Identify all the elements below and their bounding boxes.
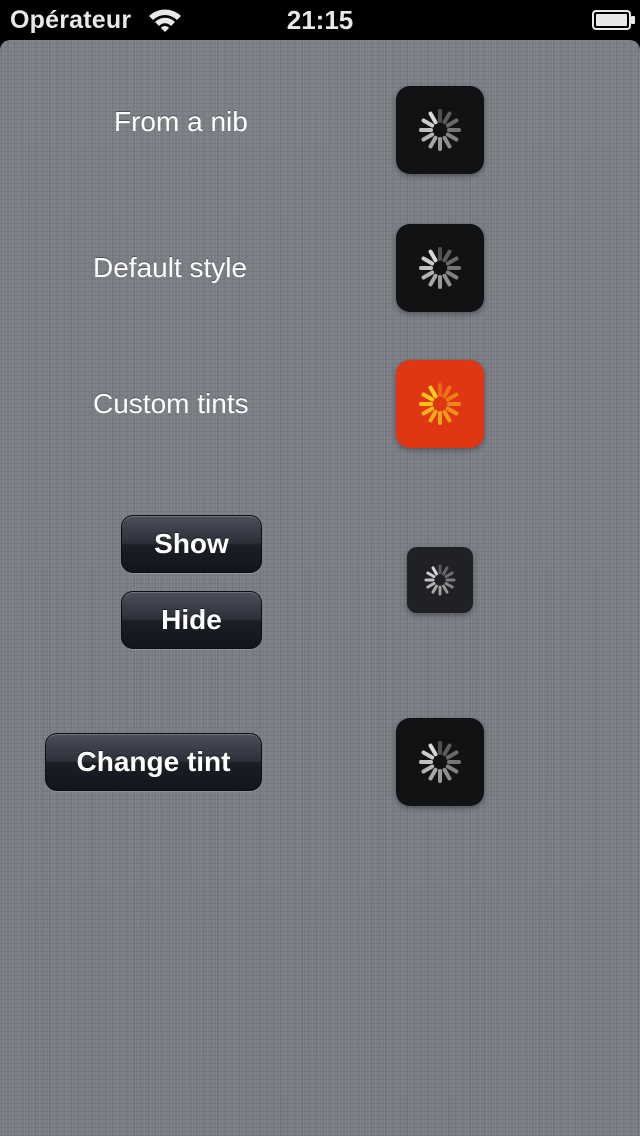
spinner-spoke xyxy=(444,582,454,589)
nib-activity-hud xyxy=(396,86,484,174)
spinner-spoke xyxy=(442,566,449,576)
spinner-spoke xyxy=(445,118,459,128)
show-button[interactable]: Show xyxy=(121,515,262,573)
activity-spinner-icon xyxy=(419,741,461,783)
small-activity-hud xyxy=(407,547,473,613)
spinner-spoke xyxy=(428,249,438,263)
activity-spinner-icon xyxy=(419,109,461,151)
change-tint-button[interactable]: Change tint xyxy=(45,733,262,791)
spinner-spoke xyxy=(421,764,435,774)
spinner-spoke xyxy=(421,132,435,142)
activity-spinner-icon xyxy=(419,247,461,289)
status-bar: Opérateur 21:15 xyxy=(0,0,640,40)
spinner-spoke xyxy=(428,409,438,423)
hide-button[interactable]: Hide xyxy=(121,591,262,649)
spinner-spoke xyxy=(421,750,435,760)
spinner-spoke xyxy=(431,584,438,594)
spinner-spoke xyxy=(442,385,452,399)
spinner-spoke xyxy=(428,135,438,149)
spinner-spoke xyxy=(442,249,452,263)
spinner-spoke xyxy=(442,273,452,287)
spinner-spoke xyxy=(428,273,438,287)
spinner-spoke xyxy=(421,392,435,402)
spinner-spoke xyxy=(445,270,459,280)
spinner-spoke xyxy=(442,409,452,423)
spinner-spoke xyxy=(421,118,435,128)
spinner-spoke xyxy=(421,256,435,266)
spinner-spoke xyxy=(428,385,438,399)
from-nib-label: From a nib xyxy=(114,106,248,137)
custom-tint-activity-hud xyxy=(396,360,484,448)
spinner-spoke xyxy=(445,256,459,266)
spinner-spoke xyxy=(428,111,438,125)
spinner-spoke xyxy=(426,571,436,578)
spinner-spoke xyxy=(428,743,438,757)
custom-tints-label: Custom tints xyxy=(93,388,249,419)
default-style-label: Default style xyxy=(93,252,248,283)
spinner-spoke xyxy=(445,750,459,760)
spinner-spoke xyxy=(445,132,459,142)
spinner-spoke xyxy=(445,764,459,774)
spinner-spoke xyxy=(442,111,452,125)
battery-full-icon xyxy=(592,10,636,30)
spinner-spoke xyxy=(445,406,459,416)
activity-spinner-icon xyxy=(419,383,461,425)
spinner-spoke xyxy=(442,743,452,757)
spinner-spoke xyxy=(442,584,449,594)
spinner-spoke xyxy=(421,270,435,280)
spinner-spoke xyxy=(442,767,452,781)
content-area: From a nib Default style Custom tints Sh… xyxy=(0,40,640,1136)
clock: 21:15 xyxy=(286,5,354,35)
spinner-spoke xyxy=(444,571,454,578)
spinner-spoke xyxy=(428,767,438,781)
spinner-spoke xyxy=(431,566,438,576)
spinner-spoke xyxy=(426,582,436,589)
spinner-spoke xyxy=(442,135,452,149)
spinner-spoke xyxy=(421,406,435,416)
activity-spinner-icon xyxy=(424,564,456,596)
screen: Opérateur 21:15 From a nib Default style xyxy=(0,0,640,1136)
default-activity-hud xyxy=(396,224,484,312)
spinner-spoke xyxy=(445,392,459,402)
change-tint-activity-hud xyxy=(396,718,484,806)
